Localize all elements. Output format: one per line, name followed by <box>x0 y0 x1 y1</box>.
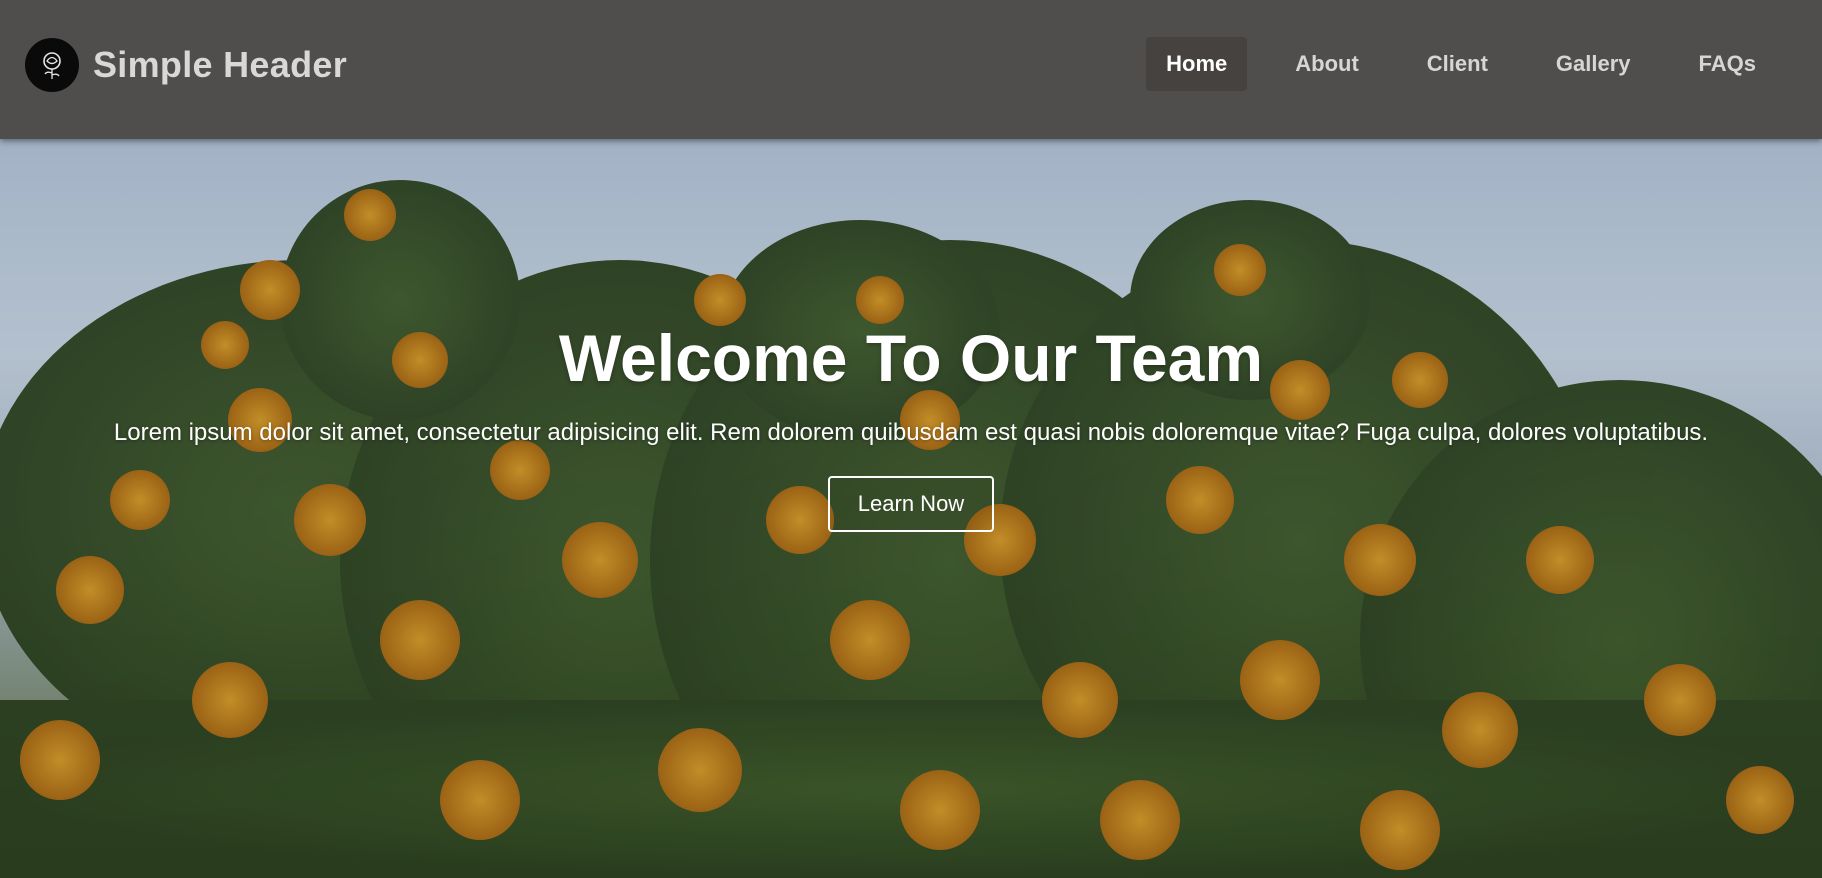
nav-item-client[interactable]: Client <box>1407 37 1508 91</box>
hero-description: Lorem ipsum dolor sit amet, consectetur … <box>113 419 1709 446</box>
rose-icon[interactable] <box>25 37 79 92</box>
main-nav: Home About Client Gallery FAQs <box>1146 36 1776 91</box>
nav-item-gallery[interactable]: Gallery <box>1536 37 1651 91</box>
site-header: Simple Header Home About Client Gallery … <box>0 0 1822 139</box>
learn-now-button[interactable]: Learn Now <box>827 476 995 532</box>
nav-item-home[interactable]: Home <box>1146 36 1248 91</box>
hero-section: Welcome To Our Team Lorem ipsum dolor si… <box>0 300 1822 532</box>
brand[interactable]: Simple Header <box>25 37 347 92</box>
page: Simple Header Home About Client Gallery … <box>0 0 1822 878</box>
site-title[interactable]: Simple Header <box>93 44 347 86</box>
nav-item-about[interactable]: About <box>1275 37 1379 91</box>
hero-title: Welcome To Our Team <box>558 321 1264 395</box>
nav-item-faqs[interactable]: FAQs <box>1679 37 1776 91</box>
